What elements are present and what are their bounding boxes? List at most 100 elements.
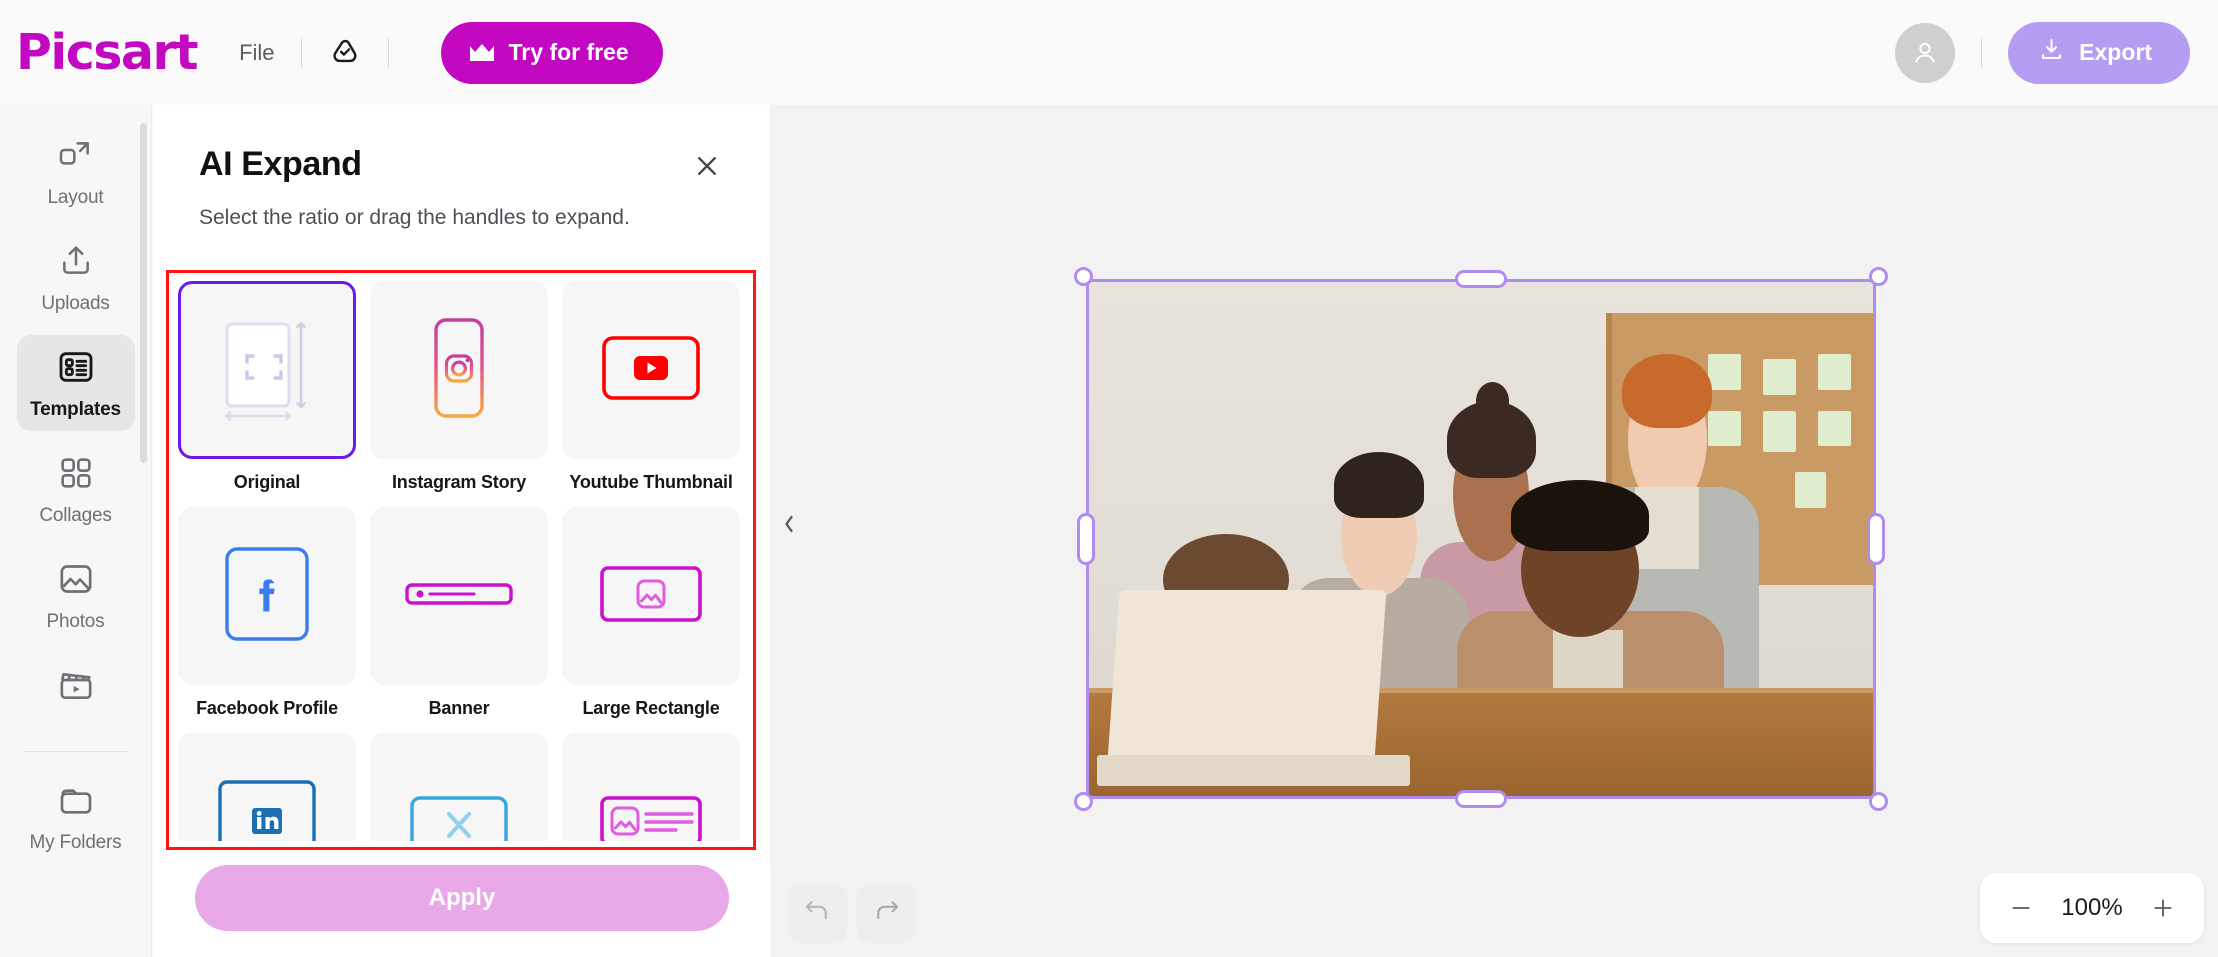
- export-button[interactable]: Export: [2008, 22, 2190, 84]
- file-menu[interactable]: File: [239, 40, 274, 66]
- zoom-in-button[interactable]: [2148, 893, 2178, 923]
- redo-button[interactable]: [857, 883, 917, 943]
- avatar[interactable]: [1895, 23, 1955, 83]
- rail-scrollbar[interactable]: [140, 123, 147, 463]
- sidebar-item-video[interactable]: [17, 653, 135, 727]
- sidebar-item-label: Templates: [30, 399, 121, 421]
- ratio-label: Youtube Thumbnail: [569, 472, 732, 493]
- resize-handle-bottom[interactable]: [1455, 790, 1507, 808]
- ratio-option-large-rectangle[interactable]: Large Rectangle: [562, 507, 740, 719]
- ratio-option-youtube-thumbnail[interactable]: Youtube Thumbnail: [562, 281, 740, 493]
- sidebar-item-layout[interactable]: Layout: [17, 123, 135, 219]
- sidebar-item-collages[interactable]: Collages: [17, 441, 135, 537]
- photo-mountain-icon: [56, 559, 96, 604]
- picsart-logo[interactable]: Picsart: [16, 28, 197, 77]
- picsart-editor: Picsart File Try for free: [0, 0, 2218, 957]
- ratio-option-media-text[interactable]: [562, 733, 740, 841]
- ratio-thumb: [562, 281, 740, 459]
- ratio-thumb: [370, 507, 548, 685]
- header-right-group: Export: [1895, 22, 2190, 84]
- apply-button[interactable]: Apply: [195, 865, 729, 931]
- history-controls: [787, 883, 917, 943]
- sidebar-item-label: Uploads: [41, 293, 109, 315]
- ratio-thumb: [370, 281, 548, 459]
- sidebar-item-label: Collages: [39, 505, 111, 527]
- selection-frame[interactable]: [1086, 279, 1876, 799]
- banner-icon: [403, 538, 515, 655]
- resize-handle-left[interactable]: [1077, 513, 1095, 565]
- linkedin-icon: [211, 764, 323, 842]
- youtube-icon: [595, 312, 707, 429]
- resize-handle-right[interactable]: [1867, 513, 1885, 565]
- templates-list-icon: [56, 347, 96, 392]
- ratio-option-linkedin[interactable]: [178, 733, 356, 841]
- resize-handle-top-left[interactable]: [1074, 267, 1093, 286]
- grid-four-squares-icon: [56, 453, 96, 498]
- ratio-thumb: [178, 281, 356, 459]
- ratio-label: Facebook Profile: [196, 698, 338, 719]
- instagram-icon: [403, 312, 515, 429]
- ratio-option-instagram-story[interactable]: Instagram Story: [370, 281, 548, 493]
- upload-arrow-icon: [56, 241, 96, 286]
- ratio-option-facebook-profile[interactable]: Facebook Profile: [178, 507, 356, 719]
- media-text-icon: [595, 764, 707, 842]
- panel-subtitle: Select the ratio or drag the handles to …: [153, 184, 770, 230]
- video-clapperboard-icon: [56, 665, 96, 710]
- undo-arrow-icon: [802, 896, 832, 931]
- zoom-out-button[interactable]: [2006, 893, 2036, 923]
- original-frame-icon: [211, 312, 323, 429]
- zoom-level-value: 100%: [2061, 894, 2122, 922]
- ratio-option-original[interactable]: Original: [178, 281, 356, 493]
- ratio-thumb: [370, 733, 548, 841]
- ratio-option-banner[interactable]: Banner: [370, 507, 548, 719]
- x-twitter-icon: [403, 764, 515, 842]
- cloud-check-icon[interactable]: [328, 36, 362, 70]
- header-divider-1: [301, 38, 302, 68]
- sidebar-item-uploads[interactable]: Uploads: [17, 229, 135, 325]
- sidebar-item-label: Layout: [48, 187, 104, 209]
- ratio-label: Banner: [429, 698, 490, 719]
- resize-handle-bottom-right[interactable]: [1869, 792, 1888, 811]
- rail-divider: [24, 751, 128, 752]
- header-divider-3: [1981, 38, 1982, 68]
- ratio-list[interactable]: Original: [178, 281, 748, 841]
- sidebar-item-label: Photos: [47, 611, 105, 633]
- try-for-free-button[interactable]: Try for free: [441, 22, 663, 84]
- resize-handle-bottom-left[interactable]: [1074, 792, 1093, 811]
- redo-arrow-icon: [872, 896, 902, 931]
- chevron-left-icon: [781, 513, 797, 540]
- ratio-option-x-twitter[interactable]: [370, 733, 548, 841]
- sidebar-item-label: My Folders: [30, 832, 122, 854]
- resize-handle-top-right[interactable]: [1869, 267, 1888, 286]
- sidebar-item-templates[interactable]: Templates: [17, 335, 135, 431]
- facebook-icon: [211, 538, 323, 655]
- ratio-thumb: [562, 733, 740, 841]
- try-for-free-label: Try for free: [509, 39, 629, 66]
- ratio-label: Large Rectangle: [582, 698, 719, 719]
- folder-icon: [56, 780, 96, 825]
- ratio-label: Original: [234, 472, 300, 493]
- panel-collapse-toggle[interactable]: [771, 490, 807, 562]
- panel-header: AI Expand: [153, 105, 770, 184]
- crown-icon: [469, 43, 495, 63]
- ratio-label: Instagram Story: [392, 472, 526, 493]
- export-label: Export: [2079, 39, 2152, 66]
- header-divider-2: [388, 38, 389, 68]
- layout-expand-icon: [56, 135, 96, 180]
- app-header: Picsart File Try for free: [0, 0, 2218, 105]
- canvas-area[interactable]: 100%: [771, 105, 2218, 957]
- left-rail: Layout Uploads Templates: [0, 105, 152, 957]
- ratio-thumb: [178, 733, 356, 841]
- close-x-icon[interactable]: [690, 149, 724, 183]
- large-rectangle-icon: [595, 538, 707, 655]
- ratio-thumb: [562, 507, 740, 685]
- zoom-control: 100%: [1980, 873, 2204, 943]
- resize-handle-top[interactable]: [1455, 270, 1507, 288]
- canvas-image[interactable]: [1086, 279, 1876, 799]
- download-icon: [2038, 36, 2065, 69]
- sidebar-item-photos[interactable]: Photos: [17, 547, 135, 643]
- undo-button[interactable]: [787, 883, 847, 943]
- apply-bar: Apply: [153, 865, 771, 957]
- sidebar-item-my-folders[interactable]: My Folders: [17, 768, 135, 864]
- page-title: AI Expand: [199, 145, 362, 184]
